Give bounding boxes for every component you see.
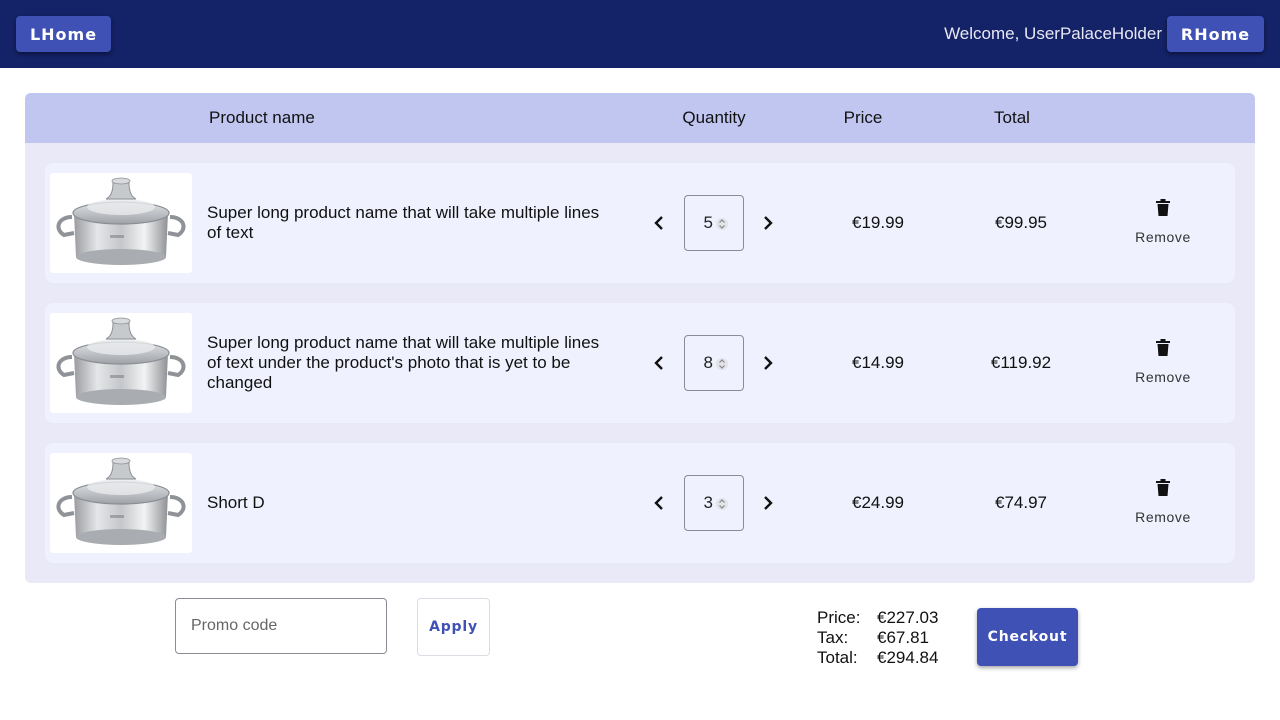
cart-row: Short D 3 €24.99 €74.97 Remove [45, 443, 1235, 563]
line-total: €99.95 [995, 213, 1047, 232]
cart-table: Product name Quantity Price Total Super … [25, 93, 1255, 583]
top-app-bar: LHome Welcome, UserPalaceHolder RHome [0, 0, 1280, 68]
chevron-right-icon [764, 496, 773, 510]
remove-button[interactable]: Remove [1113, 195, 1213, 251]
column-header-quantity: Quantity [682, 108, 746, 127]
apply-promo-button[interactable]: Apply [417, 598, 490, 656]
summary-total-value: €294.84 [877, 648, 939, 667]
quantity-input[interactable]: 3 [684, 475, 744, 531]
summary-price-value: €227.03 [877, 608, 939, 627]
column-header-price: Price [843, 108, 883, 127]
product-image [50, 453, 192, 553]
decrease-quantity-button[interactable] [644, 348, 674, 378]
quantity-value: 5 [703, 213, 713, 232]
trash-icon [1156, 199, 1170, 216]
summary-price-label: Price: [817, 608, 861, 627]
unit-price: €19.99 [852, 213, 904, 232]
spinner-arrows-icon[interactable] [716, 215, 728, 233]
chevron-right-icon [764, 216, 773, 230]
line-total: €74.97 [995, 493, 1047, 512]
lhome-button[interactable]: LHome [16, 16, 111, 52]
welcome-text: Welcome, UserPalaceHolder [944, 24, 1162, 43]
increase-quantity-button[interactable] [753, 488, 783, 518]
unit-price: €14.99 [852, 353, 904, 372]
remove-label: Remove [1135, 369, 1191, 385]
chevron-left-icon [654, 216, 663, 230]
product-name: Short D [207, 493, 265, 512]
quantity-input[interactable]: 8 [684, 335, 744, 391]
line-total: €119.92 [990, 353, 1052, 372]
quantity-input[interactable]: 5 [684, 195, 744, 251]
decrease-quantity-button[interactable] [644, 208, 674, 238]
decrease-quantity-button[interactable] [644, 488, 674, 518]
cooking-pot-image [56, 317, 186, 405]
table-header: Product name Quantity Price Total [25, 93, 1255, 143]
remove-label: Remove [1135, 509, 1191, 525]
summary-tax-value: €67.81 [877, 628, 929, 647]
remove-button[interactable]: Remove [1113, 335, 1213, 391]
spinner-arrows-icon[interactable] [716, 355, 728, 373]
remove-button[interactable]: Remove [1113, 475, 1213, 531]
product-image [50, 173, 192, 273]
summary-tax-label: Tax: [817, 628, 849, 647]
promo-code-input[interactable] [175, 598, 387, 654]
trash-icon [1156, 479, 1170, 496]
remove-label: Remove [1135, 229, 1191, 245]
increase-quantity-button[interactable] [753, 348, 783, 378]
spinner-arrows-icon[interactable] [716, 495, 728, 513]
product-image [50, 313, 192, 413]
quantity-value: 3 [703, 493, 713, 512]
trash-icon [1156, 339, 1170, 356]
chevron-left-icon [654, 356, 663, 370]
cart-row: Super long product name that will take m… [45, 163, 1235, 283]
product-name: Super long product name that will take m… [207, 203, 600, 242]
unit-price: €24.99 [852, 493, 904, 512]
summary-total-label: Total: [817, 648, 858, 667]
cooking-pot-image [56, 177, 186, 265]
column-header-total: Total [994, 108, 1030, 127]
column-header-product-name: Product name [209, 108, 315, 127]
increase-quantity-button[interactable] [753, 208, 783, 238]
cooking-pot-image [56, 457, 186, 545]
chevron-right-icon [764, 356, 773, 370]
checkout-button[interactable]: Checkout [977, 608, 1078, 666]
rhome-button[interactable]: RHome [1167, 16, 1264, 52]
quantity-value: 8 [703, 353, 713, 372]
product-name: Super long product name that will take m… [207, 333, 600, 392]
cart-row: Super long product name that will take m… [45, 303, 1235, 423]
chevron-left-icon [654, 496, 663, 510]
